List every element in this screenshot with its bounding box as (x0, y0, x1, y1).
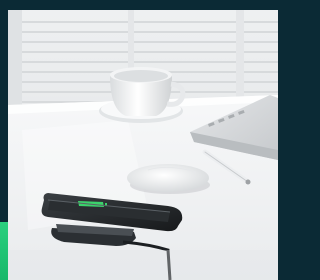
product-photo (8, 10, 278, 280)
image-frame (0, 0, 278, 280)
window-mullion-right (236, 10, 244, 105)
computer-mouse (127, 164, 210, 194)
photo-scene (8, 10, 278, 280)
